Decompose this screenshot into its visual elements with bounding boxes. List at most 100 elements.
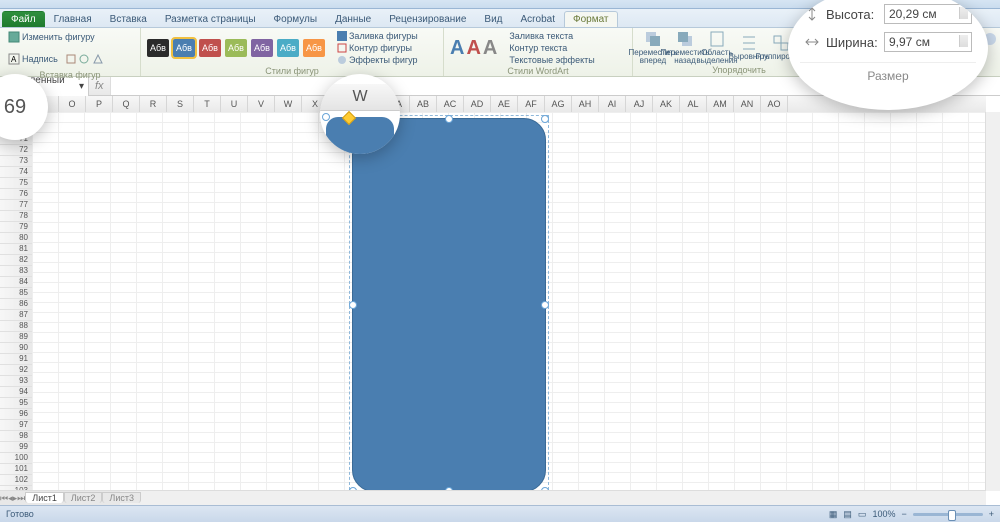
col-AE[interactable]: AE	[491, 96, 518, 112]
col-AF[interactable]: AF	[518, 96, 545, 112]
resize-handle-ne[interactable]	[541, 115, 549, 123]
tab-nav-first[interactable]: ⏮	[0, 493, 8, 504]
tab-file[interactable]: Файл	[2, 11, 45, 27]
col-Q[interactable]: Q	[113, 96, 140, 112]
vertical-scrollbar[interactable]	[985, 112, 1000, 491]
row-76[interactable]: 76	[0, 189, 32, 200]
row-77[interactable]: 77	[0, 200, 32, 211]
row-93[interactable]: 93	[0, 376, 32, 387]
row-headers[interactable]: 6970717273747576777879808182838485868788…	[0, 112, 33, 491]
tab-insert[interactable]: Вставка	[101, 11, 156, 27]
edit-shape-button[interactable]: Изменить фигуру	[6, 30, 97, 44]
row-74[interactable]: 74	[0, 167, 32, 178]
row-81[interactable]: 81	[0, 244, 32, 255]
fx-icon[interactable]: fx	[89, 80, 110, 92]
row-82[interactable]: 82	[0, 255, 32, 266]
selection-pane-button[interactable]: Область выделения	[703, 30, 731, 65]
shape-style-2[interactable]: Абв	[173, 39, 195, 57]
row-73[interactable]: 73	[0, 156, 32, 167]
shape-outline-button[interactable]: Контур фигуры	[335, 42, 420, 54]
col-AH[interactable]: AH	[572, 96, 599, 112]
row-89[interactable]: 89	[0, 332, 32, 343]
shape-fill-button[interactable]: Заливка фигуры	[335, 30, 420, 42]
width-input[interactable]: 9,97 см	[884, 32, 972, 52]
row-84[interactable]: 84	[0, 277, 32, 288]
col-T[interactable]: T	[194, 96, 221, 112]
row-98[interactable]: 98	[0, 431, 32, 442]
row-97[interactable]: 97	[0, 420, 32, 431]
rounded-rectangle-shape[interactable]	[352, 118, 546, 492]
shape-style-5[interactable]: Абв	[251, 39, 273, 57]
row-90[interactable]: 90	[0, 343, 32, 354]
row-91[interactable]: 91	[0, 354, 32, 365]
col-AD[interactable]: AD	[464, 96, 491, 112]
row-101[interactable]: 101	[0, 464, 32, 475]
row-94[interactable]: 94	[0, 387, 32, 398]
text-fill-button[interactable]: Заливка текста	[507, 30, 596, 42]
shape-style-4[interactable]: Абв	[225, 39, 247, 57]
horizontal-scrollbar[interactable]	[120, 490, 986, 505]
col-V[interactable]: V	[248, 96, 275, 112]
zoom-level[interactable]: 100%	[872, 509, 895, 519]
col-U[interactable]: U	[221, 96, 248, 112]
col-AG[interactable]: AG	[545, 96, 572, 112]
wordart-gallery[interactable]: A A A	[450, 37, 497, 60]
col-AB[interactable]: AB	[410, 96, 437, 112]
sheet-tab-2[interactable]: Лист2	[64, 492, 103, 503]
col-AO[interactable]: AO	[761, 96, 788, 112]
tab-acrobat[interactable]: Acrobat	[512, 11, 564, 27]
row-78[interactable]: 78	[0, 211, 32, 222]
row-79[interactable]: 79	[0, 222, 32, 233]
col-AM[interactable]: AM	[707, 96, 734, 112]
col-AL[interactable]: AL	[680, 96, 707, 112]
col-O[interactable]: O	[59, 96, 86, 112]
row-80[interactable]: 80	[0, 233, 32, 244]
shapes-gallery[interactable]	[64, 48, 108, 70]
resize-handle-e[interactable]	[541, 301, 549, 309]
row-87[interactable]: 87	[0, 310, 32, 321]
col-P[interactable]: P	[86, 96, 113, 112]
view-page-icon[interactable]: ▤	[843, 509, 852, 520]
chevron-down-icon[interactable]: ▾	[79, 81, 84, 92]
col-AN[interactable]: AN	[734, 96, 761, 112]
view-break-icon[interactable]: ▭	[858, 509, 867, 520]
col-R[interactable]: R	[140, 96, 167, 112]
col-AJ[interactable]: AJ	[626, 96, 653, 112]
zoom-slider[interactable]	[913, 513, 983, 516]
row-72[interactable]: 72	[0, 145, 32, 156]
row-95[interactable]: 95	[0, 398, 32, 409]
row-96[interactable]: 96	[0, 409, 32, 420]
sheet-tab-1[interactable]: Лист1	[25, 492, 64, 503]
text-effects-button[interactable]: Текстовые эффекты	[507, 54, 596, 66]
send-backward-button[interactable]: Переместить назад	[671, 30, 699, 65]
zoom-in-icon[interactable]: +	[989, 509, 994, 519]
resize-handle-n[interactable]	[445, 115, 453, 123]
col-AK[interactable]: AK	[653, 96, 680, 112]
textbox-button[interactable]: AНадпись	[6, 52, 60, 66]
view-normal-icon[interactable]: ▦	[829, 509, 838, 520]
shape-style-6[interactable]: Абв	[277, 39, 299, 57]
tab-data[interactable]: Данные	[326, 11, 380, 27]
row-75[interactable]: 75	[0, 178, 32, 189]
col-W[interactable]: W	[275, 96, 302, 112]
shape-style-1[interactable]: Абв	[147, 39, 169, 57]
tab-view[interactable]: Вид	[475, 11, 511, 27]
row-85[interactable]: 85	[0, 288, 32, 299]
row-100[interactable]: 100	[0, 453, 32, 464]
row-83[interactable]: 83	[0, 266, 32, 277]
shape-effects-button[interactable]: Эффекты фигур	[335, 54, 420, 66]
tab-page-layout[interactable]: Разметка страницы	[156, 11, 265, 27]
row-99[interactable]: 99	[0, 442, 32, 453]
row-102[interactable]: 102	[0, 475, 32, 486]
tab-format[interactable]: Формат	[564, 11, 618, 27]
row-88[interactable]: 88	[0, 321, 32, 332]
tab-formulas[interactable]: Формулы	[265, 11, 327, 27]
tab-home[interactable]: Главная	[45, 11, 101, 27]
corner-radius-handle[interactable]	[342, 111, 356, 125]
col-AI[interactable]: AI	[599, 96, 626, 112]
col-AC[interactable]: AC	[437, 96, 464, 112]
col-S[interactable]: S	[167, 96, 194, 112]
shape-style-3[interactable]: Абв	[199, 39, 221, 57]
row-86[interactable]: 86	[0, 299, 32, 310]
resize-handle-w[interactable]	[349, 301, 357, 309]
